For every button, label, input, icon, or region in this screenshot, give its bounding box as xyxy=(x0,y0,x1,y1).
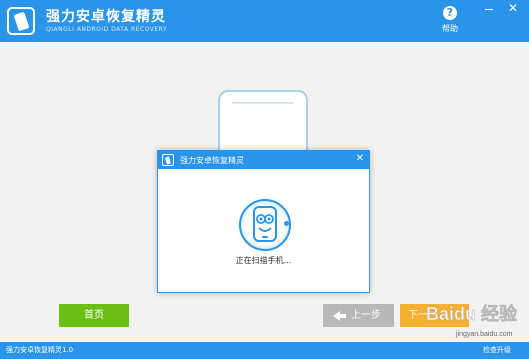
dialog-header: 强力安卓恢复精灵 ✕ xyxy=(158,151,369,169)
home-button-label: 首页 xyxy=(84,310,104,321)
close-icon[interactable]: ✕ xyxy=(505,1,521,15)
robot-scan-icon xyxy=(253,206,277,242)
version-label: 强力安卓恢复精灵1.0 xyxy=(6,346,74,354)
dialog-close-icon[interactable]: ✕ xyxy=(354,152,366,166)
app-logo-icon xyxy=(7,7,35,35)
arrow-left-icon xyxy=(333,311,346,321)
baidu-watermark: Baidu 经验 jingyan.baidu.com xyxy=(426,303,519,338)
help-button[interactable]: ? 帮助 xyxy=(436,6,464,36)
dialog-logo-icon xyxy=(162,154,174,166)
dialog-title: 强力安卓恢复精灵 xyxy=(180,156,244,165)
app-subtitle: QIANGLI ANDROID DATA RECOVERY xyxy=(46,26,168,33)
scan-dialog: 强力安卓恢复精灵 ✕ 正在扫描手机... xyxy=(157,150,370,293)
scan-dot xyxy=(284,221,289,226)
title-bar: 强力安卓恢复精灵 QIANGLI ANDROID DATA RECOVERY ?… xyxy=(0,0,529,42)
help-icon: ? xyxy=(443,6,457,20)
status-bar: 强力安卓恢复精灵1.0 检查升级 xyxy=(0,342,529,359)
watermark-text: Baidu 经验 xyxy=(426,303,518,324)
check-upgrade-link[interactable]: 检查升级 xyxy=(483,345,511,355)
app-title: 强力安卓恢复精灵 xyxy=(46,9,166,25)
prev-step-label: 上一步 xyxy=(351,310,381,321)
watermark-url: jingyan.baidu.com xyxy=(455,331,513,338)
main-area: 强力安卓恢复精灵 ✕ 正在扫描手机... 首页 上一步 下一 Baidu 经验 … xyxy=(0,42,529,342)
minimize-icon[interactable] xyxy=(482,3,496,13)
help-label: 帮助 xyxy=(442,24,458,33)
home-button[interactable]: 首页 xyxy=(59,304,129,327)
prev-step-button[interactable]: 上一步 xyxy=(323,304,394,327)
scan-status-text: 正在扫描手机... xyxy=(235,256,292,265)
